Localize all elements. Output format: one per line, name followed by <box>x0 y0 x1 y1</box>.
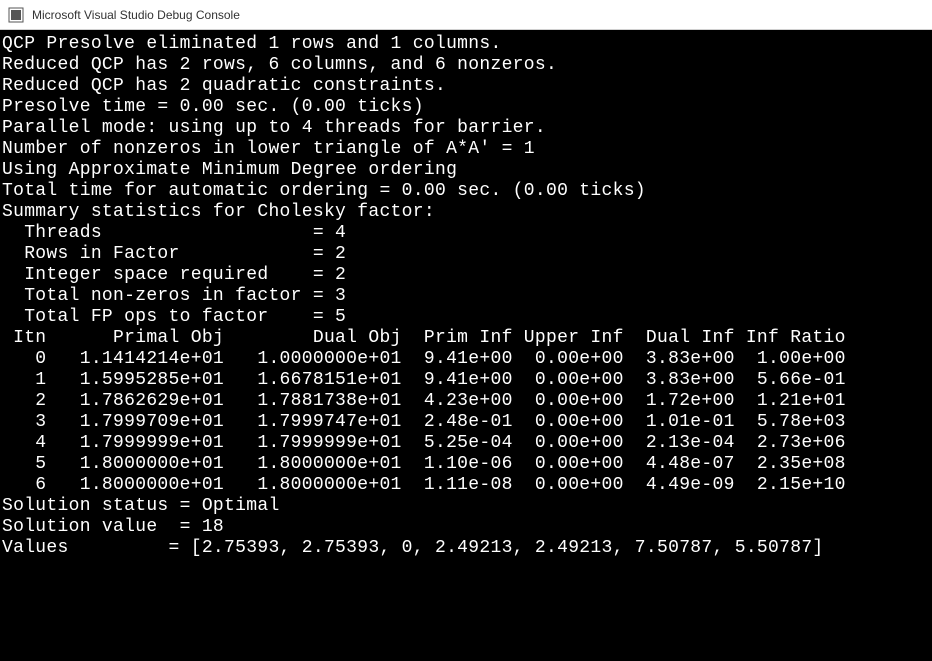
console-output: QCP Presolve eliminated 1 rows and 1 col… <box>0 30 932 661</box>
console-line: Reduced QCP has 2 quadratic constraints. <box>2 76 446 96</box>
console-line: Solution value = 18 <box>2 517 224 537</box>
console-line: Summary statistics for Cholesky factor: <box>2 202 435 222</box>
window-titlebar: Microsoft Visual Studio Debug Console <box>0 0 932 30</box>
console-line: Total time for automatic ordering = 0.00… <box>2 181 646 201</box>
console-line: Rows in Factor = 2 <box>2 244 346 264</box>
table-row: 6 1.8000000e+01 1.8000000e+01 1.11e-08 0… <box>2 475 846 495</box>
console-line: Reduced QCP has 2 rows, 6 columns, and 6… <box>2 55 557 75</box>
console-line: Total FP ops to factor = 5 <box>2 307 346 327</box>
console-line: Number of nonzeros in lower triangle of … <box>2 139 535 159</box>
app-icon <box>8 7 24 23</box>
console-line: Total non-zeros in factor = 3 <box>2 286 346 306</box>
table-row: 0 1.1414214e+01 1.0000000e+01 9.41e+00 0… <box>2 349 846 369</box>
console-line: Parallel mode: using up to 4 threads for… <box>2 118 546 138</box>
console-line: Threads = 4 <box>2 223 346 243</box>
console-line: QCP Presolve eliminated 1 rows and 1 col… <box>2 34 502 54</box>
table-row: 2 1.7862629e+01 1.7881738e+01 4.23e+00 0… <box>2 391 846 411</box>
table-row: 5 1.8000000e+01 1.8000000e+01 1.10e-06 0… <box>2 454 846 474</box>
console-line: Values = [2.75393, 2.75393, 0, 2.49213, … <box>2 538 824 558</box>
console-line: Using Approximate Minimum Degree orderin… <box>2 160 457 180</box>
console-line: Presolve time = 0.00 sec. (0.00 ticks) <box>2 97 424 117</box>
table-row: 1 1.5995285e+01 1.6678151e+01 9.41e+00 0… <box>2 370 846 390</box>
window-title: Microsoft Visual Studio Debug Console <box>32 8 240 22</box>
console-line: Solution status = Optimal <box>2 496 280 516</box>
table-row: 4 1.7999999e+01 1.7999999e+01 5.25e-04 0… <box>2 433 846 453</box>
console-line: Integer space required = 2 <box>2 265 346 285</box>
table-row: 3 1.7999709e+01 1.7999747e+01 2.48e-01 0… <box>2 412 846 432</box>
table-header: Itn Primal Obj Dual Obj Prim Inf Upper I… <box>2 328 846 348</box>
